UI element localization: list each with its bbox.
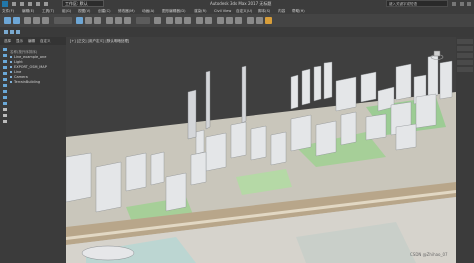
help-icon[interactable] [452,2,456,6]
watermark: CSDN @Zhihao_07 [410,252,448,257]
percent-snap-icon[interactable] [184,17,191,24]
region-select-icon[interactable] [94,17,101,24]
close-icon[interactable] [467,2,471,6]
filter-lights-icon[interactable] [3,60,7,63]
filter-geometry-icon[interactable] [3,48,7,51]
object-icon [10,66,12,68]
filter-shapes-icon[interactable] [3,54,7,57]
redo-toolbar-icon[interactable] [13,17,20,24]
filter-containers-icon[interactable] [3,102,7,105]
scene-list: 名称(按升序排序) Line_example_one Light EXPORT_… [10,50,66,98]
snap-icon[interactable] [166,17,173,24]
tab-edit[interactable]: 编辑 [28,39,35,44]
viewport-label[interactable]: [+] [正交] [用户定义] [默认明暗处理] [70,39,129,44]
redo-icon[interactable] [44,2,48,6]
tab-create[interactable] [457,39,473,44]
filter-groups-icon[interactable] [3,84,7,87]
app-logo-icon[interactable] [2,1,8,7]
city-model-render [66,54,456,263]
tab-customize[interactable]: 自定义 [40,39,51,44]
select-icon[interactable] [76,17,83,24]
undo-toolbar-icon[interactable] [4,17,11,24]
tab-motion[interactable] [457,60,473,65]
tab-utilities[interactable] [457,67,473,72]
scene-list-header-label: 名称(按升序排序) [10,50,38,54]
filter-strip [1,46,9,146]
ribbon-icon-1[interactable] [4,30,8,34]
bind-icon[interactable] [42,17,49,24]
tab-display[interactable]: 显示 [16,39,23,44]
reference-coord-dropdown[interactable] [136,17,150,24]
pivot-icon[interactable] [154,17,161,24]
tab-hierarchy[interactable] [457,53,473,58]
filter-xrefs-icon[interactable] [3,90,7,93]
main-toolbar [0,14,474,28]
workspace-selector[interactable]: 工作区: 默认 [62,0,104,7]
object-icon [10,61,12,63]
align-icon[interactable] [205,17,212,24]
object-icon [10,56,12,58]
filter-cameras-icon[interactable] [3,66,7,69]
material-editor-icon[interactable] [247,17,254,24]
filter-warps-icon[interactable] [3,78,7,81]
link-icon[interactable] [24,17,31,24]
search-input[interactable]: 键入关键字或短语 [386,0,448,7]
layer-icon[interactable] [217,17,224,24]
list-item-label: TerrainBuilding [14,80,41,84]
mirror-icon[interactable] [196,17,203,24]
undo-icon[interactable] [36,2,40,6]
schematic-icon[interactable] [235,17,242,24]
object-icon [10,76,12,78]
view-cube-icon [430,50,444,60]
list-item-label: Line_example_one [14,55,47,59]
tab-select[interactable]: 选择 [4,39,11,44]
window-title: Autodesk 3ds Max 2017 无标题 [210,1,272,6]
move-icon[interactable] [106,17,113,24]
round-tank [81,245,135,261]
minimize-icon[interactable] [460,2,464,6]
list-item[interactable]: TerrainBuilding [10,80,40,85]
filter-all-icon[interactable] [3,108,7,111]
filter-none-icon[interactable] [3,114,7,117]
ribbon-icon-3[interactable] [16,30,20,34]
scale-icon[interactable] [124,17,131,24]
render-icon[interactable] [265,17,272,24]
ribbon-icon-2[interactable] [10,30,14,34]
list-item-label: Camera [14,75,28,79]
list-item-label: EXPORT_OSM_MAP [14,65,47,69]
list-item-label: Light [14,60,23,64]
curve-editor-icon[interactable] [226,17,233,24]
list-item-label: Line [14,70,22,74]
new-file-icon[interactable] [12,2,16,6]
command-panel [456,37,474,263]
filter-invert-icon[interactable] [3,120,7,123]
select-by-name-icon[interactable] [85,17,92,24]
tab-modify[interactable] [457,46,473,51]
angle-snap-icon[interactable] [175,17,182,24]
object-icon [10,81,12,83]
scene-explorer-tabs: 选择 显示 编辑 自定义 [0,37,66,45]
object-icon [10,71,12,73]
render-setup-icon[interactable] [256,17,263,24]
rotate-icon[interactable] [115,17,122,24]
save-file-icon[interactable] [28,2,32,6]
open-file-icon[interactable] [20,2,24,6]
unlink-icon[interactable] [33,17,40,24]
view-cube[interactable] [430,47,444,61]
filter-bones-icon[interactable] [3,96,7,99]
filter-helpers-icon[interactable] [3,72,7,75]
selection-filter[interactable] [54,17,72,24]
viewport-perspective[interactable]: [+] [正交] [用户定义] [默认明暗处理] [66,37,456,263]
